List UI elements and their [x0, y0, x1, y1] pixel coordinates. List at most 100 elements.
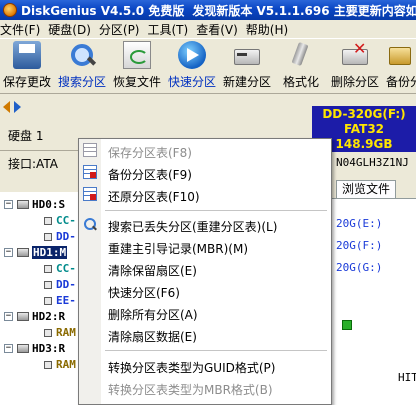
tree-node-hd3[interactable]: − HD3:R: [0, 341, 80, 357]
menu-separator: [105, 350, 327, 351]
backup-partition-button[interactable]: 备份分: [386, 41, 416, 93]
quick-partition-button[interactable]: 快速分区: [166, 41, 218, 93]
menu-item-label: 保存分区表(F8): [108, 146, 192, 160]
delete-partition-icon: [341, 39, 369, 69]
menu-item-label: 备份分区表(F9): [108, 168, 192, 182]
menu-item-quick-partition[interactable]: 快速分区(F6): [79, 280, 331, 302]
tree-node-label: DD-: [56, 230, 76, 243]
format-label: 格式化: [282, 75, 319, 89]
menu-item-convert-to-mbr[interactable]: 转换分区表类型为MBR格式(B): [79, 377, 331, 399]
menu-partition[interactable]: 分区(P): [99, 21, 148, 38]
tree-node-hd1[interactable]: − HD1:M: [0, 245, 80, 261]
tree-node-label: EE-: [56, 294, 76, 307]
collapse-icon[interactable]: −: [4, 312, 13, 321]
search-lost-icon: [83, 217, 97, 231]
tree-node-partition[interactable]: CC-: [0, 261, 80, 277]
disk-label: 硬盘 1: [8, 129, 44, 143]
search-partition-button[interactable]: 搜索分区: [56, 41, 108, 93]
menu-item-label: 清除扇区数据(E): [108, 330, 197, 344]
hard-disk-icon: [17, 312, 29, 321]
partition-graphic-fs: FAT32: [343, 122, 385, 136]
save-changes-button[interactable]: 保存更改: [0, 41, 54, 93]
tree-node-partition[interactable]: CC-: [0, 213, 80, 229]
restore-files-label: 恢复文件: [112, 75, 161, 89]
backup-partition-icon: [386, 41, 414, 69]
tab-browse-files[interactable]: 浏览文件: [336, 180, 396, 198]
hard-disk-icon: [17, 200, 29, 209]
tree-node-partition[interactable]: EE-: [0, 293, 80, 309]
new-partition-button[interactable]: 新建分区: [220, 41, 274, 93]
tree-node-hd2[interactable]: − HD2:R: [0, 309, 80, 325]
toolbar: 保存更改 搜索分区 恢复文件 快速分区 新建分区 格式化 删除分区 备份分: [0, 38, 416, 94]
diskgenius-app-icon[interactable]: [3, 3, 17, 17]
partition-icon: [44, 297, 52, 305]
menu-item-label: 重建主引导记录(MBR)(M): [108, 242, 249, 256]
format-icon: [287, 41, 315, 69]
menu-item-convert-to-guid[interactable]: 转换分区表类型为GUID格式(P): [79, 355, 331, 377]
disk-tree: − HD0:S CC- DD- − HD1:M CC- DD- EE- − HD…: [0, 192, 80, 405]
menu-item-clear-sector-data[interactable]: 清除扇区数据(E): [79, 324, 331, 346]
tree-node-partition[interactable]: RAM: [0, 357, 80, 373]
delete-partition-button[interactable]: 删除分区: [328, 39, 382, 93]
restore-table-icon: [83, 187, 97, 201]
menu-item-backup-partition-table[interactable]: 备份分区表(F9): [79, 162, 331, 184]
quick-partition-icon: [178, 41, 206, 69]
menu-tools[interactable]: 工具(T): [148, 21, 197, 38]
divider: [0, 150, 80, 151]
tree-node-label: DD-: [56, 278, 76, 291]
menu-item-label: 删除所有分区(A): [108, 308, 198, 322]
partition-hint-text: HIT: [398, 371, 416, 384]
partition-list-item[interactable]: 20G(E:): [336, 217, 382, 230]
menu-file[interactable]: 文件(F): [0, 21, 48, 38]
tree-node-label: RAM: [56, 326, 76, 339]
hard-disk-icon: [17, 344, 29, 353]
menu-item-label: 清除保留扇区(E): [108, 264, 197, 278]
update-notice: 发现新版本 V5.1.1.696 主要更新内容如下：: [192, 3, 416, 18]
menu-disk[interactable]: 硬盘(D): [48, 21, 99, 38]
partition-icon: [44, 361, 52, 369]
menu-item-rebuild-mbr[interactable]: 重建主引导记录(MBR)(M): [79, 236, 331, 258]
quick-partition-label: 快速分区: [167, 75, 216, 89]
back-arrow-icon[interactable]: [3, 101, 10, 113]
partition-icon: [44, 329, 52, 337]
partition-list-item[interactable]: 20G(F:): [336, 239, 382, 252]
search-partition-label: 搜索分区: [57, 75, 106, 89]
partition-icon: [44, 217, 52, 225]
app-title: DiskGenius V4.5.0 免费版: [21, 3, 185, 18]
save-changes-label: 保存更改: [2, 75, 51, 89]
tree-node-label: CC-: [56, 262, 76, 275]
menu-item-search-lost-partitions[interactable]: 搜索已丢失分区(重建分区表)(L): [79, 214, 331, 236]
menu-view[interactable]: 查看(V): [196, 21, 246, 38]
tree-node-label: RAM: [56, 358, 76, 371]
tree-node-partition[interactable]: RAM: [0, 325, 80, 341]
menu-item-save-partition-table[interactable]: 保存分区表(F8): [79, 140, 331, 162]
collapse-icon[interactable]: −: [4, 248, 13, 257]
new-partition-label: 新建分区: [222, 75, 271, 89]
tree-node-hd0[interactable]: − HD0:S: [0, 197, 80, 213]
delete-partition-label: 删除分区: [330, 75, 379, 89]
tree-node-label: HD0:S: [32, 198, 66, 211]
tree-node-partition[interactable]: DD-: [0, 277, 80, 293]
partition-icon: [44, 265, 52, 273]
title-bar: DiskGenius V4.5.0 免费版 发现新版本 V5.1.1.696 主…: [0, 0, 416, 20]
menu-item-delete-all-partitions[interactable]: 删除所有分区(A): [79, 302, 331, 324]
restore-files-button[interactable]: 恢复文件: [110, 41, 164, 93]
collapse-icon[interactable]: −: [4, 344, 13, 353]
partition-graphic-name: DD-320G(F:): [322, 107, 406, 121]
tree-node-partition[interactable]: DD-: [0, 229, 80, 245]
disk-serial: N04GLH3Z1NJ: [336, 156, 409, 169]
collapse-icon[interactable]: −: [4, 200, 13, 209]
status-square-icon: [342, 320, 352, 330]
forward-arrow-icon[interactable]: [14, 101, 21, 113]
menu-item-label: 还原分区表(F10): [108, 190, 200, 204]
tree-node-label: HD1:M: [32, 246, 68, 259]
menu-item-clear-reserved-sectors[interactable]: 清除保留扇区(E): [79, 258, 331, 280]
menu-help[interactable]: 帮助(H): [246, 21, 296, 38]
format-button[interactable]: 格式化: [278, 41, 324, 93]
partition-list-item[interactable]: 20G(G:): [336, 261, 382, 274]
save-table-icon: [83, 143, 97, 157]
backup-partition-label: 备份分: [386, 75, 416, 89]
menu-bar: 文件(F) 硬盘(D) 分区(P) 工具(T) 查看(V) 帮助(H): [0, 20, 416, 38]
menu-item-restore-partition-table[interactable]: 还原分区表(F10): [79, 184, 331, 206]
partition-icon: [44, 233, 52, 241]
